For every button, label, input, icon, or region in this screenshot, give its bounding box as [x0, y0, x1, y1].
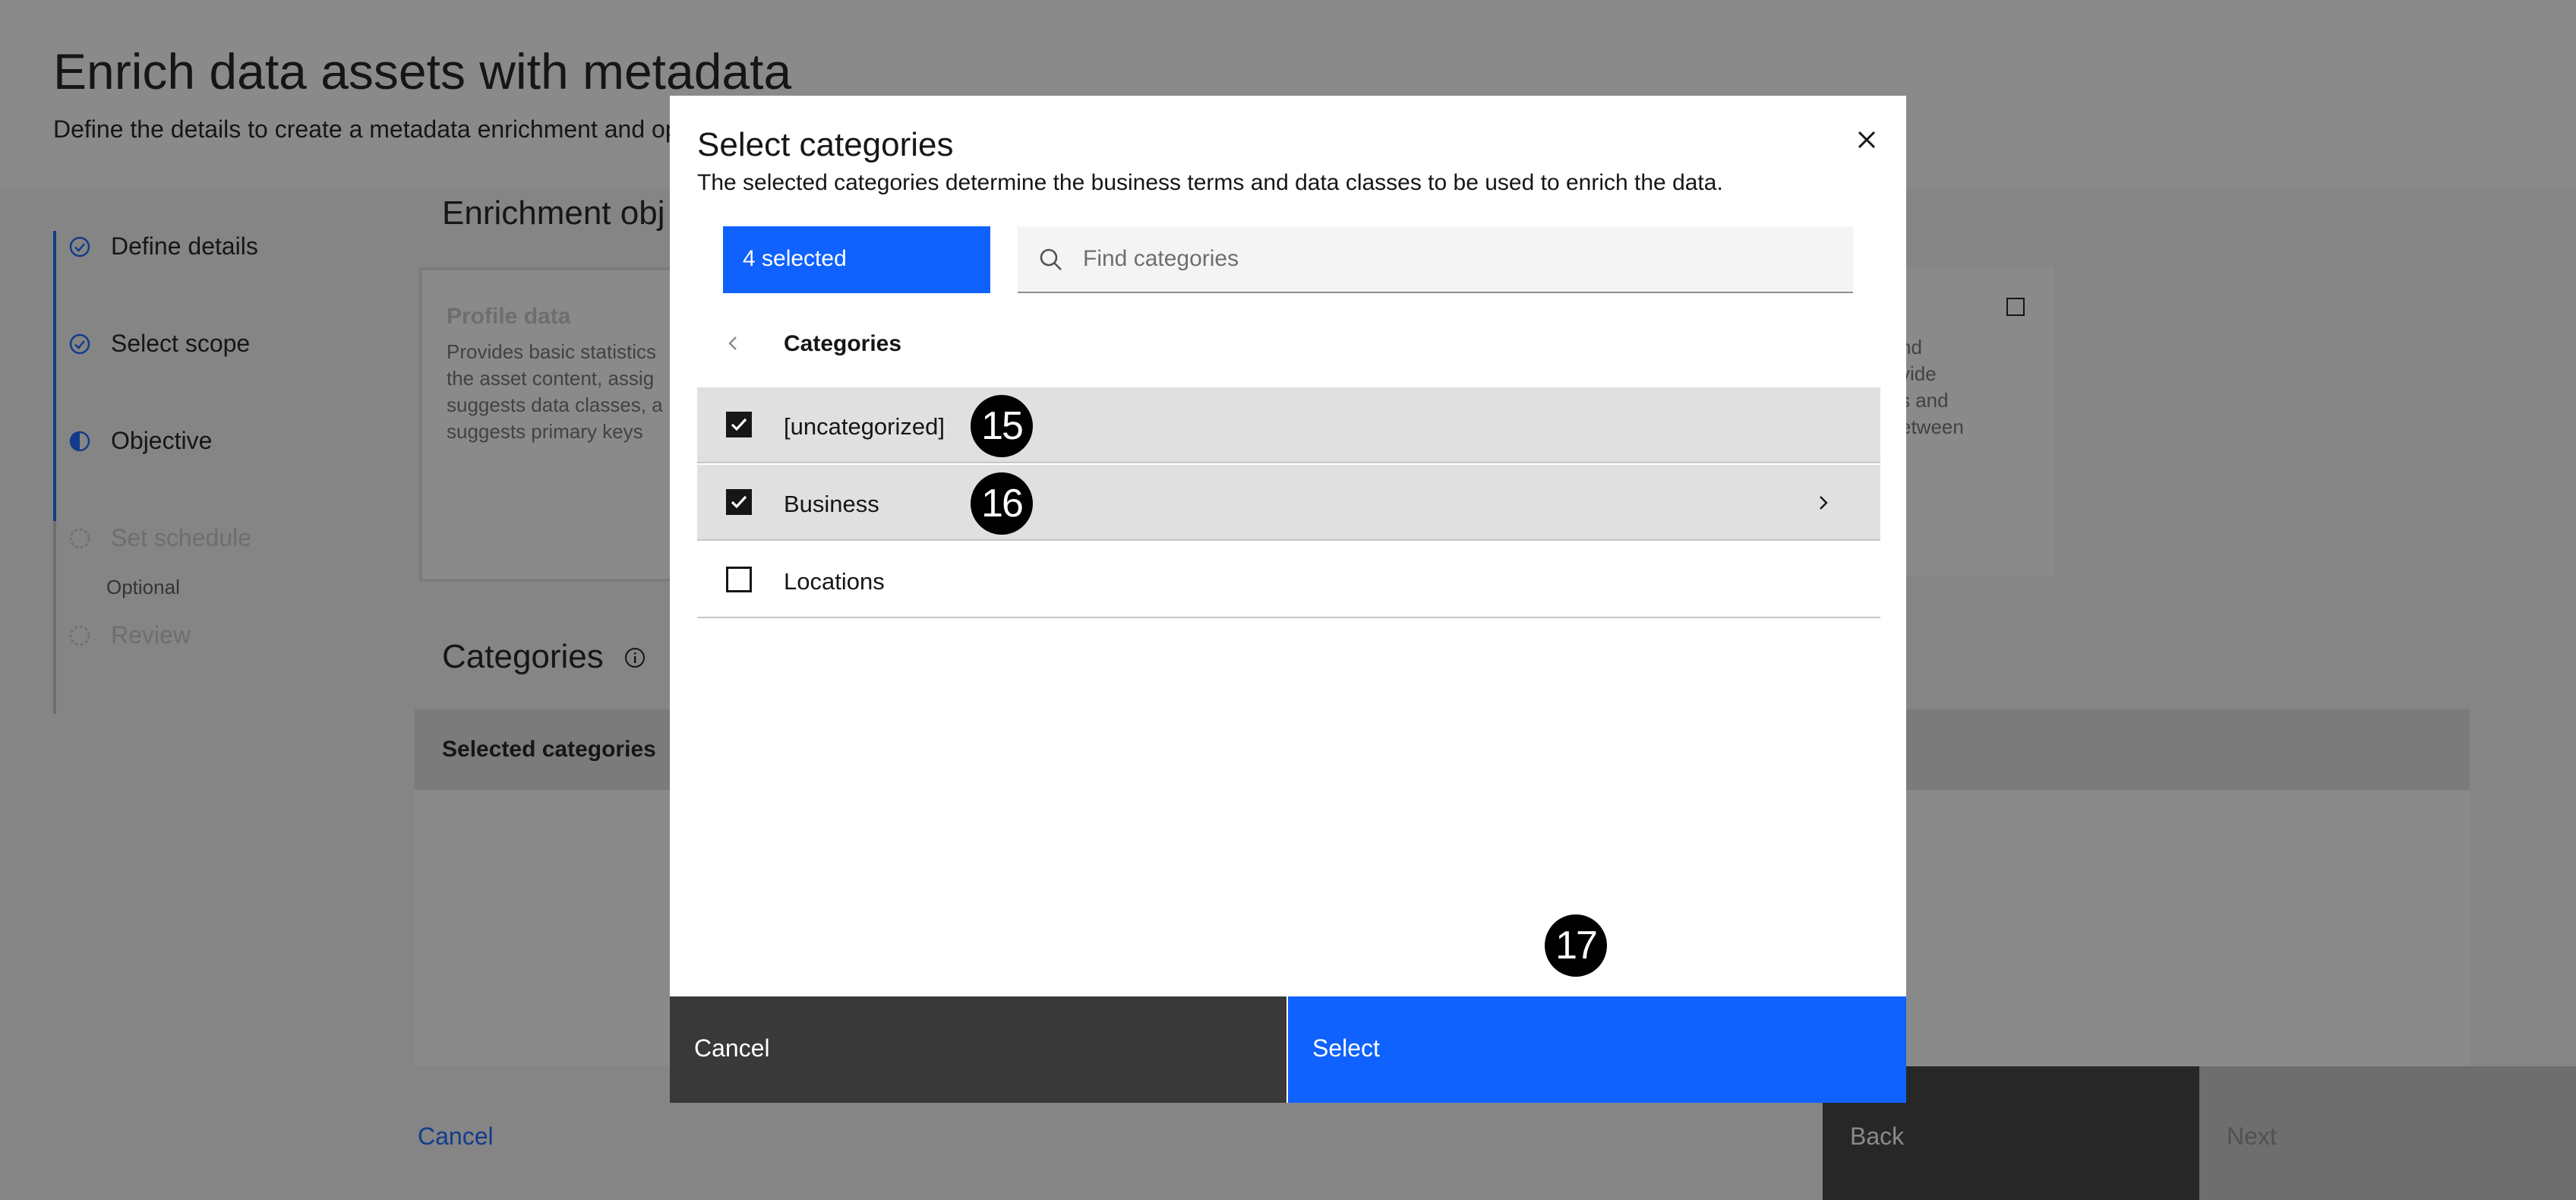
selected-count-tag[interactable]: 4 selected — [723, 226, 990, 293]
search-input[interactable] — [1083, 226, 1835, 292]
modal-select-button[interactable]: Select — [1288, 996, 1906, 1103]
close-icon[interactable] — [1845, 118, 1888, 161]
list-item[interactable]: [uncategorized] — [697, 387, 1880, 463]
list-item-label: Locations — [784, 568, 885, 595]
search-icon — [1036, 245, 1066, 275]
checkbox-unchecked[interactable] — [726, 567, 752, 592]
list-item[interactable]: Locations — [697, 542, 1880, 618]
chevron-left-icon[interactable] — [718, 328, 749, 358]
cancel-button-label: Cancel — [694, 1034, 770, 1062]
page: Enrich data assets with metadata Define … — [0, 0, 2576, 1200]
search-field[interactable] — [1018, 226, 1853, 293]
step-number-badge: 17 — [1545, 914, 1607, 977]
chevron-right-icon[interactable] — [1807, 488, 1838, 518]
list-item[interactable]: Business — [697, 465, 1880, 541]
list-item-label: [uncategorized] — [784, 413, 945, 440]
step-number-badge: 16 — [971, 472, 1033, 535]
select-button-label: Select — [1312, 1034, 1380, 1062]
select-categories-modal: Select categories The selected categorie… — [670, 96, 1906, 1103]
modal-title: Select categories — [697, 126, 954, 163]
checkbox-checked[interactable] — [726, 489, 752, 515]
modal-cancel-button[interactable]: Cancel — [670, 996, 1286, 1103]
step-number-badge: 15 — [971, 395, 1033, 457]
modal-description: The selected categories determine the bu… — [697, 170, 1723, 195]
breadcrumb-title: Categories — [784, 331, 902, 356]
list-item-label: Business — [784, 491, 879, 517]
selected-count-label: 4 selected — [743, 246, 847, 271]
checkbox-checked[interactable] — [726, 412, 752, 437]
